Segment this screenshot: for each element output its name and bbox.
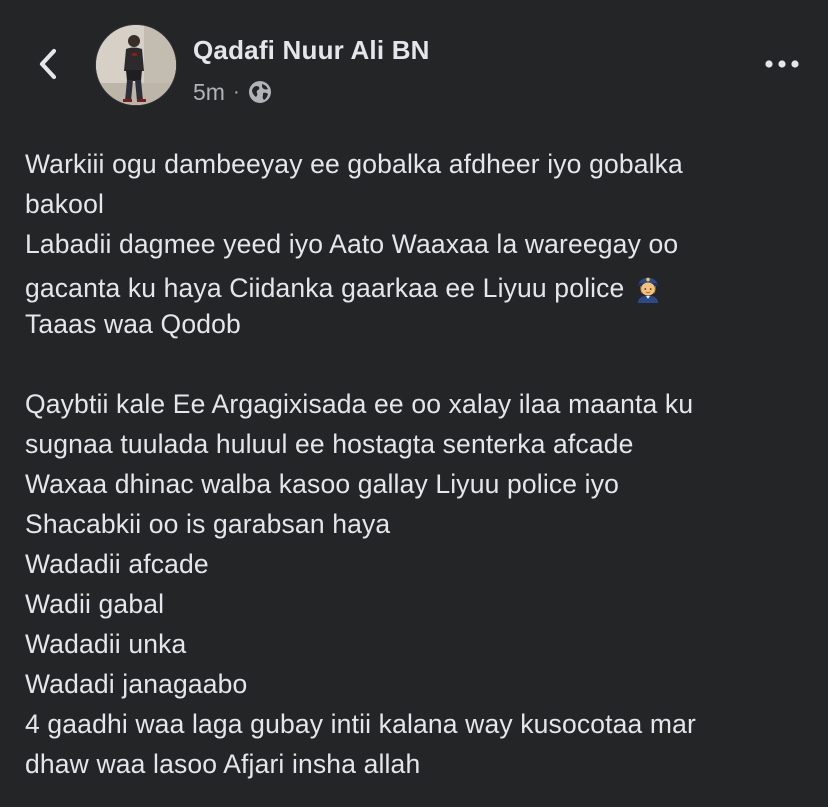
meta-separator: · <box>232 81 240 103</box>
post-line-with-emoji: gacanta ku haya Ciidanka gaarkaa ee Liyu… <box>25 268 805 308</box>
post-line: Wadadi janagaabo <box>25 669 248 699</box>
post-line: 4 gaadhi waa laga gubay intii kalana way… <box>25 709 697 739</box>
post-line: dhaw waa lasoo Afjari insha allah <box>25 749 421 779</box>
post-line: sugnaa tuulada huluul ee hostagta senter… <box>25 429 634 459</box>
post-blank-line <box>25 344 805 384</box>
post-line: Qaybtii kale Ee Argagixisada ee oo xalay… <box>25 389 694 419</box>
post-line: Labadii dagmee yeed iyo Aato Waaxaa la w… <box>25 229 679 259</box>
post-line: Waxaa dhinac walba kasoo gallay Liyuu po… <box>25 469 619 499</box>
more-options-button[interactable] <box>760 50 804 78</box>
back-button[interactable] <box>28 42 68 86</box>
author-name[interactable]: Qadafi Nuur Ali BN <box>193 35 430 66</box>
post-timestamp[interactable]: 5m <box>193 79 225 106</box>
post-line: Wadadii unka <box>25 629 187 659</box>
globe-icon[interactable] <box>248 80 272 104</box>
post-line: Taaas waa Qodob <box>25 309 241 339</box>
post-text: Warkiii ogu dambeeyay ee gobalka afdheer… <box>25 144 805 784</box>
post-line-text: gacanta ku haya Ciidanka gaarkaa ee Liyu… <box>25 273 625 303</box>
more-horizontal-icon <box>765 60 799 68</box>
post-header: Qadafi Nuur Ali BN 5m · <box>0 0 828 130</box>
avatar-photo <box>96 25 176 105</box>
police-officer-emoji-icon <box>638 277 659 303</box>
post-line: Wadii gabal <box>25 589 165 619</box>
post-line: Wadadii afcade <box>25 549 209 579</box>
chevron-left-icon <box>39 48 57 80</box>
post-line: Shacabkii oo is garabsan haya <box>25 509 391 539</box>
post-line: bakool <box>25 189 104 219</box>
author-avatar[interactable] <box>96 25 176 105</box>
post-line: Warkiii ogu dambeeyay ee gobalka afdheer… <box>25 149 683 179</box>
post-meta: 5m · <box>193 77 272 107</box>
